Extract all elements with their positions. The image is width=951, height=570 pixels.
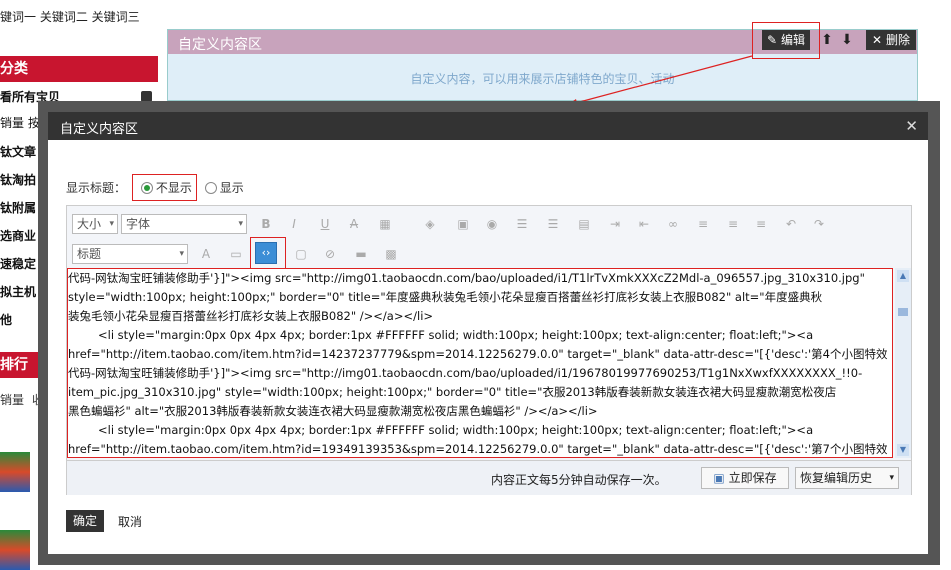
close-icon[interactable]: ✕: [905, 117, 918, 135]
radio-hide[interactable]: [140, 182, 153, 194]
underline-icon[interactable]: U: [317, 216, 333, 232]
dialog-header: 自定义内容区 ✕: [48, 112, 928, 140]
product-thumbnail[interactable]: [0, 530, 30, 570]
save-now-button[interactable]: ▣ 立即保存: [701, 467, 789, 489]
pencil-icon: ✎: [767, 33, 778, 47]
floppy-icon: ▣: [713, 471, 725, 485]
editor-toolbar: 大小 字体 B I U A ▦ ◈ ▣ ◉ ☰ ☰ ▤ ⇥ ⇤ ∞ ≡ ≡ ≡ …: [67, 206, 911, 269]
show-title-row: 显示标题： 不显示 显示: [66, 174, 244, 201]
align-center-icon[interactable]: ≡: [725, 216, 741, 232]
image-icon[interactable]: ▣: [455, 216, 471, 232]
delete-button[interactable]: ✕ 删除: [866, 30, 916, 50]
scroll-thumb[interactable]: [898, 308, 908, 316]
close-icon: ✕: [872, 33, 883, 47]
glasses-icon[interactable]: ∞: [665, 216, 681, 232]
paragraph-icon[interactable]: ▤: [576, 216, 592, 232]
layout-icon[interactable]: ▬: [353, 246, 369, 262]
outdent-icon[interactable]: ⇤: [636, 216, 652, 232]
bold-icon[interactable]: B: [258, 216, 274, 232]
restore-history-select[interactable]: 恢复编辑历史 ▾: [795, 467, 899, 489]
undo-icon[interactable]: ↶: [783, 216, 799, 232]
font-family-select[interactable]: 字体: [121, 214, 247, 234]
redo-icon[interactable]: ↷: [811, 216, 827, 232]
move-up-icon[interactable]: ⬆: [820, 31, 834, 49]
product-thumbnail[interactable]: [0, 452, 30, 492]
ok-button[interactable]: 确定: [66, 510, 104, 532]
keywords: 键词一 关键词二 关键词三: [0, 10, 140, 24]
edit-button[interactable]: ✎ 编辑: [762, 30, 810, 50]
align-left-icon[interactable]: ≡: [695, 216, 711, 232]
scroll-down-icon[interactable]: ▼: [897, 444, 909, 456]
flash-icon[interactable]: ⊘: [322, 246, 338, 262]
indent-icon[interactable]: ⇥: [607, 216, 623, 232]
font-size-select[interactable]: 大小: [72, 214, 118, 234]
link-icon[interactable]: ◉: [484, 216, 500, 232]
unordered-list-icon[interactable]: ☰: [545, 216, 561, 232]
align-right-icon[interactable]: ≡: [753, 216, 769, 232]
scroll-up-icon[interactable]: ▲: [897, 270, 909, 282]
autosave-note: 内容正文每5分钟自动保存一次。: [491, 473, 667, 487]
strikethrough-icon[interactable]: A: [346, 216, 362, 232]
move-down-icon[interactable]: ⬇: [840, 31, 854, 49]
dialog-title: 自定义内容区: [60, 122, 139, 137]
editor-status-bar: 内容正文每5分钟自动保存一次。 ▣ 立即保存 恢复编辑历史 ▾: [67, 460, 911, 495]
italic-icon[interactable]: I: [286, 216, 302, 232]
highlight-box: 不显示: [131, 174, 197, 201]
fill-color-icon[interactable]: ◈: [422, 216, 438, 232]
clear-format-icon[interactable]: A: [198, 246, 214, 262]
module-title: 自定义内容区: [178, 37, 262, 53]
edit-dialog: 自定义内容区 ✕ 显示标题： 不显示 显示 大小 字体 B I U A ▦ ◈ …: [48, 112, 928, 554]
cancel-button[interactable]: 取消: [118, 513, 142, 530]
heading-select[interactable]: 标题: [72, 244, 188, 264]
ordered-list-icon[interactable]: ☰: [514, 216, 530, 232]
module-body: 自定义内容，可以用来展示店铺特色的宝贝、活动: [410, 72, 675, 86]
rich-text-editor: 大小 字体 B I U A ▦ ◈ ▣ ◉ ☰ ☰ ▤ ⇥ ⇤ ∞ ≡ ≡ ≡ …: [66, 205, 912, 495]
insert-media-icon[interactable]: ▭: [228, 246, 244, 262]
radio-show[interactable]: [204, 182, 217, 194]
source-code-button[interactable]: ‹›: [255, 242, 277, 264]
category-header: 分类: [0, 56, 158, 82]
frame-icon[interactable]: ▢: [293, 246, 309, 262]
chevron-down-icon: ▾: [889, 473, 894, 483]
ranking-tab[interactable]: 销量: [0, 391, 24, 408]
show-title-label: 显示标题：: [66, 181, 127, 195]
html-source-area[interactable]: 代码-网钛淘宝旺铺装修助手'}]"><img src="http://img01…: [67, 268, 893, 458]
table-icon[interactable]: ▦: [377, 216, 393, 232]
vertical-scrollbar[interactable]: ▲ ▼: [895, 268, 911, 458]
template-icon[interactable]: ▩: [383, 246, 399, 262]
